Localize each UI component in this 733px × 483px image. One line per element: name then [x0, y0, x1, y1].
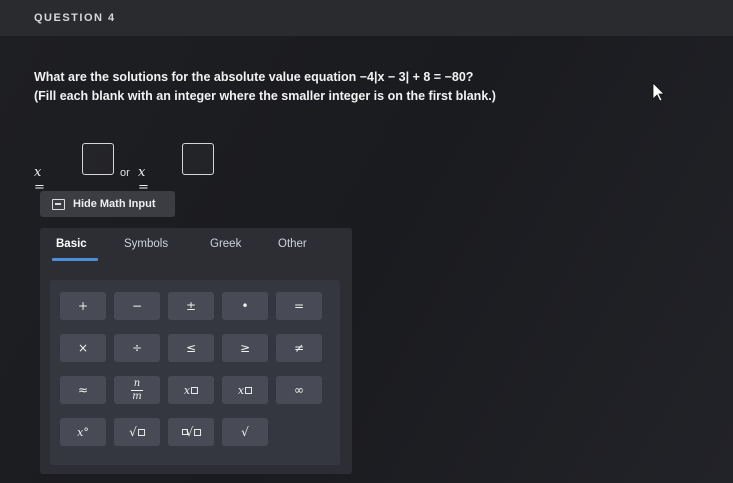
fraction-numerator: n	[133, 377, 141, 389]
fraction-key[interactable]: n m	[114, 376, 160, 404]
second-answer-input[interactable]	[182, 143, 214, 175]
superscript-key[interactable]: x	[222, 376, 268, 404]
math-input-panel: Basic Symbols Greek Other + − ± • = × ÷ …	[40, 228, 352, 474]
hide-math-input-label: Hide Math Input	[73, 198, 156, 210]
active-tab-indicator	[52, 258, 98, 261]
superscript-base: x	[237, 383, 245, 397]
first-answer-input[interactable]	[82, 143, 114, 175]
tab-other[interactable]: Other	[278, 238, 307, 250]
square-root-icon: √	[129, 425, 137, 439]
keyboard-icon	[52, 198, 65, 210]
or-label: or	[120, 167, 130, 179]
greater-equal-key[interactable]: ≥	[222, 334, 268, 362]
radical-key[interactable]: √	[222, 418, 268, 446]
subscript-key[interactable]: x	[168, 376, 214, 404]
nth-root-icon: √	[185, 425, 194, 439]
plus-key[interactable]: +	[60, 292, 106, 320]
approx-key[interactable]: ≈	[60, 376, 106, 404]
mouse-cursor-icon	[652, 82, 665, 102]
subscript-base: x	[183, 383, 191, 397]
less-equal-key[interactable]: ≤	[168, 334, 214, 362]
nth-root-key[interactable]: √	[168, 418, 214, 446]
nth-root-box-icon	[194, 428, 202, 436]
minus-key[interactable]: −	[114, 292, 160, 320]
question-instruction: (Fill each blank with an integer where t…	[34, 89, 496, 103]
tab-basic[interactable]: Basic	[56, 238, 87, 250]
tab-symbols[interactable]: Symbols	[124, 238, 168, 250]
equals-key[interactable]: =	[276, 292, 322, 320]
question-number: QUESTION 4	[34, 12, 116, 24]
fraction-icon: n m	[131, 377, 143, 402]
square-root-key[interactable]: √	[114, 418, 160, 446]
question-prompt: What are the solutions for the absolute …	[34, 70, 474, 84]
dot-key[interactable]: •	[222, 292, 268, 320]
divide-key[interactable]: ÷	[114, 334, 160, 362]
square-root-box-icon	[137, 428, 145, 436]
hide-math-input-button[interactable]: Hide Math Input	[40, 191, 175, 217]
not-equal-key[interactable]: ≠	[276, 334, 322, 362]
superscript-box-icon	[245, 386, 253, 394]
plus-minus-key[interactable]: ±	[168, 292, 214, 320]
fraction-denominator: m	[132, 390, 142, 402]
question-header: QUESTION 4	[0, 0, 733, 37]
degree-key[interactable]: x°	[60, 418, 106, 446]
infinity-key[interactable]: ∞	[276, 376, 322, 404]
tab-greek[interactable]: Greek	[210, 238, 241, 250]
times-key[interactable]: ×	[60, 334, 106, 362]
subscript-box-icon	[191, 386, 199, 394]
keypad: + − ± • = × ÷ ≤ ≥ ≠ ≈ n m x x ∞ x° √ √ √	[50, 280, 340, 465]
